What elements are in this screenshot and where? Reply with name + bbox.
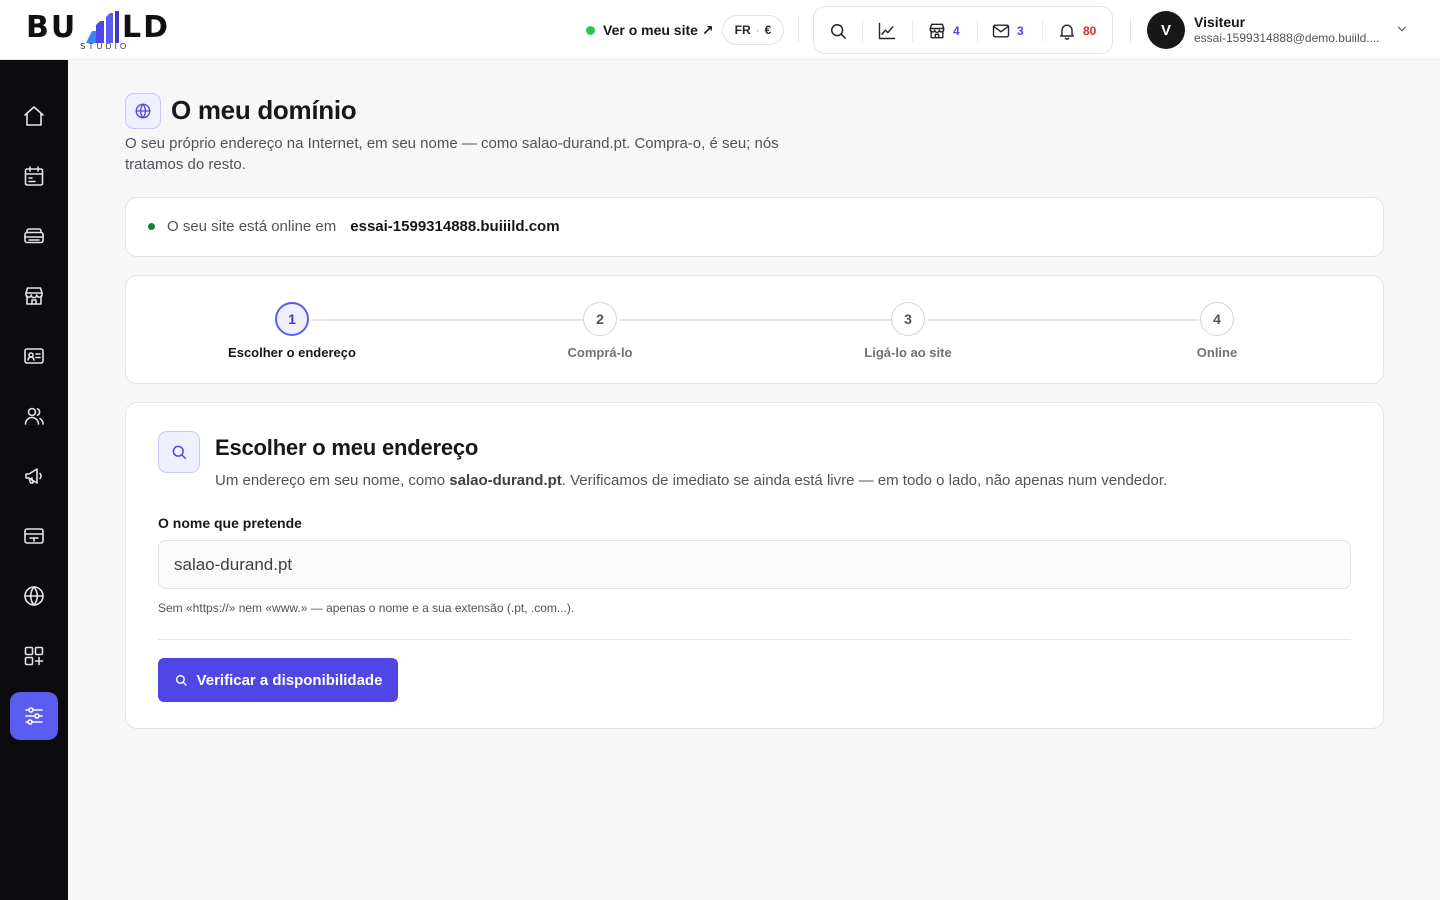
step-buy: 2 Comprá-lo — [500, 302, 700, 360]
step-choose-address: 1 Escolher o endereço — [192, 302, 392, 360]
sidebar — [0, 60, 68, 900]
search-icon — [172, 445, 187, 460]
apps-icon — [24, 646, 44, 666]
step-number: 4 — [1200, 302, 1234, 336]
logo-subtitle: STUDIO — [80, 42, 130, 51]
globe-icon — [135, 103, 151, 119]
domain-field-hint: Sem «https://» nem «www.» — apenas o nom… — [158, 601, 575, 615]
user-name: Visiteur — [1194, 14, 1246, 30]
step-label: Ligá-lo ao site — [864, 345, 952, 360]
domain-steps-card: 1 Escolher o endereço 2 Comprá-lo 3 Ligá… — [125, 275, 1384, 384]
page-description: O seu próprio endereço na Internet, em s… — [125, 135, 779, 173]
payment-icon — [24, 528, 44, 544]
sidebar-item-domain[interactable] — [10, 572, 58, 620]
step-label: Comprá-lo — [567, 345, 633, 360]
bell-icon — [1060, 24, 1074, 40]
domain-field-label: O nome que pretende — [158, 515, 302, 531]
step-number: 2 — [583, 302, 617, 336]
check-availability-button[interactable]: Verificar a disponibilidade — [158, 658, 398, 702]
page-icon — [125, 93, 161, 129]
sliders-icon — [25, 707, 43, 725]
avatar: V — [1147, 11, 1185, 49]
chevron-down-icon — [1397, 26, 1407, 32]
sidebar-item-marketing[interactable] — [10, 452, 58, 500]
domain-name-input[interactable] — [158, 540, 1351, 589]
sidebar-item-apps[interactable] — [10, 632, 58, 680]
section-description: Um endereço em seu nome, como salao-dura… — [215, 472, 1168, 489]
example-domain: salao-durand.pt — [449, 472, 562, 489]
sidebar-item-payments[interactable] — [10, 512, 58, 560]
page-title: O meu domínio — [171, 95, 357, 125]
mail-icon — [992, 24, 1010, 38]
divider — [798, 18, 799, 42]
messages-button[interactable]: 3 — [991, 19, 1024, 43]
user-menu[interactable]: V Visiteur essai-1599314888@demo.buiild.… — [1147, 11, 1417, 49]
currency-label: € — [764, 23, 772, 37]
sidebar-item-calendar[interactable] — [10, 152, 58, 200]
site-url[interactable]: essai-1599314888.buiiild.com — [350, 218, 559, 235]
user-email: essai-1599314888@demo.buiild.... — [1194, 31, 1380, 45]
step-number: 3 — [891, 302, 925, 336]
step-label: Online — [1196, 345, 1238, 360]
analytics-button[interactable] — [877, 19, 897, 43]
store-count-badge: 4 — [953, 24, 960, 38]
home-icon — [24, 106, 44, 126]
divider — [1042, 20, 1043, 42]
store-button[interactable]: 4 — [927, 19, 960, 43]
notifications-button[interactable]: 80 — [1057, 19, 1096, 43]
search-icon — [175, 674, 187, 686]
divider — [977, 20, 978, 42]
sidebar-item-home[interactable] — [10, 92, 58, 140]
logo-bars-icon — [86, 11, 119, 43]
quick-tools: 4 3 80 — [813, 6, 1113, 54]
sidebar-item-contacts[interactable] — [10, 332, 58, 380]
divider — [912, 20, 913, 42]
search-icon — [831, 24, 846, 39]
chart-icon — [878, 22, 896, 40]
users-icon — [24, 407, 44, 425]
messages-count-badge: 3 — [1017, 24, 1024, 38]
sidebar-item-store[interactable] — [10, 272, 58, 320]
brand-logo[interactable]: BU LD STUDIO — [26, 9, 186, 53]
notifications-count-badge: 80 — [1083, 24, 1097, 38]
divider — [862, 20, 863, 42]
step-label: Escolher o endereço — [228, 345, 356, 360]
sidebar-item-users[interactable] — [10, 392, 58, 440]
store-icon — [25, 287, 43, 305]
site-status-text: O seu site está online em — [167, 218, 337, 235]
site-status: O seu site está online em essai-15993148… — [148, 218, 560, 235]
sidebar-item-inbox[interactable] — [10, 212, 58, 260]
view-site-label: Ver o meu site ↗ — [603, 21, 714, 38]
check-availability-label: Verificar a disponibilidade — [196, 671, 383, 689]
status-dot-icon — [148, 223, 155, 230]
inbox-icon — [24, 228, 44, 244]
store-icon — [929, 23, 945, 39]
step-number: 1 — [275, 302, 309, 336]
calendar-icon — [24, 166, 44, 186]
language-label: FR — [734, 23, 751, 37]
top-bar: BU LD STUDIO Ver o meu site ↗ FR · € 4 3… — [0, 0, 1440, 60]
online-dot-icon — [586, 25, 595, 35]
megaphone-icon — [25, 468, 42, 484]
site-status-card: O seu site está online em essai-15993148… — [125, 197, 1384, 257]
step-connect: 3 Ligá-lo ao site — [808, 302, 1008, 360]
choose-address-card: Escolher o meu endereço Um endereço em s… — [125, 402, 1384, 729]
section-icon — [158, 431, 200, 473]
language-currency-selector[interactable]: FR · € — [722, 15, 784, 45]
view-site-link[interactable]: Ver o meu site ↗ — [586, 19, 714, 41]
sidebar-item-settings[interactable] — [10, 692, 58, 740]
section-title: Escolher o meu endereço — [215, 435, 479, 460]
search-button[interactable] — [828, 19, 848, 43]
step-online: 4 Online — [1117, 302, 1317, 360]
divider — [1130, 18, 1131, 42]
globe-icon — [24, 586, 44, 606]
divider — [158, 639, 1351, 640]
separator-dot: · — [755, 23, 760, 37]
contact-card-icon — [24, 348, 44, 364]
